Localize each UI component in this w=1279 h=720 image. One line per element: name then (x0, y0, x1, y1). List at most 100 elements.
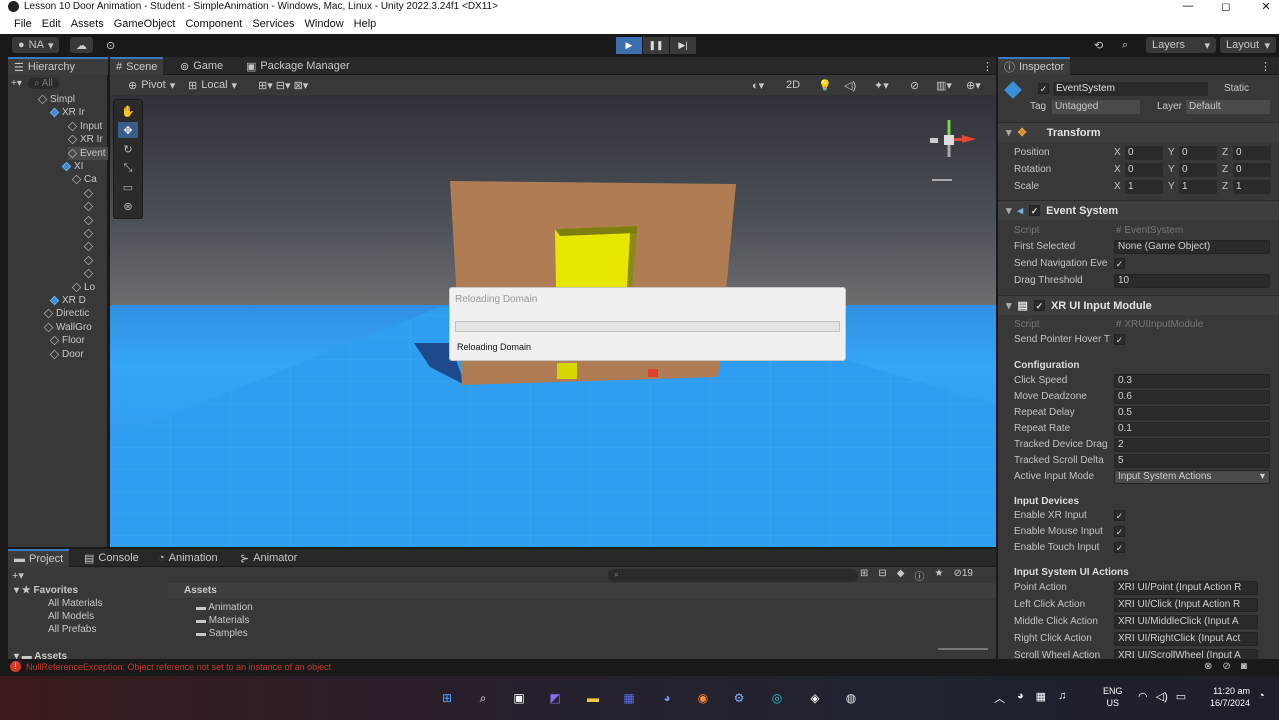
asset-folder[interactable]: ▬ Animation (196, 602, 253, 613)
first-selected-field[interactable]: None (Game Object) (1114, 240, 1270, 254)
chevron-up-icon[interactable]: ︿ (994, 690, 1005, 706)
config-field-value[interactable]: 0.1 (1114, 422, 1270, 436)
collab-button[interactable]: ⊙ (100, 37, 121, 53)
config-field-value[interactable]: 0.3 (1114, 374, 1270, 388)
scale-tool-icon[interactable]: ⤡ (118, 160, 138, 176)
menu-help[interactable]: Help (354, 18, 377, 30)
active-input-mode-dropdown[interactable]: Input System Actions ▾ (1114, 470, 1270, 484)
lighting-toggle[interactable]: 💡 (812, 77, 838, 93)
input-action-field[interactable]: XRI UI/Point (Input Action R (1114, 581, 1258, 595)
firefox-icon[interactable]: ◉ (692, 688, 714, 708)
status-error-text[interactable]: NullReferenceException: Object reference… (26, 662, 331, 672)
hierarchy-item[interactable] (83, 227, 96, 240)
progress-icon[interactable]: ⊘ (1222, 661, 1230, 672)
favorite-item[interactable]: All Prefabs (48, 624, 96, 635)
hierarchy-item[interactable]: Lo (71, 281, 95, 294)
local-dropdown[interactable]: ⊞ Local ▾ (182, 77, 244, 93)
rotation-y-field[interactable]: 0 (1179, 163, 1217, 177)
discord-tray-icon[interactable]: ◕ (1017, 690, 1024, 706)
camera-settings[interactable]: ▥▾ (930, 77, 958, 93)
language-indicator[interactable]: ENG US (1103, 685, 1123, 709)
hierarchy-item[interactable] (83, 200, 96, 213)
hierarchy-item[interactable]: Floor (49, 334, 85, 347)
tab-game[interactable]: ⊚ Game (174, 57, 229, 75)
obs-icon[interactable]: ◍ (840, 688, 862, 708)
hierarchy-item[interactable]: XR Ir (67, 133, 103, 146)
task-view-icon[interactable]: ▣ (508, 688, 530, 708)
send-navigation-checkbox[interactable]: ✓ (1114, 258, 1125, 269)
config-field-value[interactable]: 0.5 (1114, 406, 1270, 420)
favorite-item[interactable]: All Models (48, 611, 94, 622)
input-device-checkbox[interactable]: ✓ (1114, 510, 1125, 521)
add-icon[interactable]: +▾ (11, 78, 22, 89)
input-action-field[interactable]: XRI UI/MiddleClick (Input A (1114, 615, 1258, 629)
edge-icon[interactable]: ◎ (766, 688, 788, 708)
more-options-icon[interactable]: ⋮ (976, 57, 999, 75)
system-icons[interactable]: ◠ ◁) ▭ (1138, 690, 1186, 703)
tab-inspector[interactable]: ⓘ Inspector (998, 57, 1071, 75)
xr-module-enabled[interactable]: ✓ (1033, 300, 1045, 311)
favorites-header[interactable]: ▾ ★ Favorites (14, 585, 78, 596)
input-device-checkbox[interactable]: ✓ (1114, 526, 1125, 537)
tab-animation[interactable]: ◔ Animation (152, 549, 224, 567)
pivot-dropdown[interactable]: ⊕ Pivot ▾ (122, 77, 182, 93)
search-button[interactable]: ⌕ (1116, 37, 1134, 53)
menu-component[interactable]: Component (185, 18, 242, 30)
tag-dropdown[interactable]: Untagged (1052, 100, 1140, 114)
layout-dropdown[interactable]: Layout ▾ (1220, 37, 1276, 53)
tab-package-manager[interactable]: ▣ Package Manager (240, 57, 356, 75)
hidden-packages-icon[interactable]: ⊘19 (953, 568, 973, 583)
hierarchy-item[interactable] (83, 240, 96, 253)
hierarchy-item[interactable] (83, 267, 96, 280)
layers-dropdown[interactable]: Layers ▾ (1146, 37, 1216, 53)
menu-assets[interactable]: Assets (71, 18, 104, 30)
hierarchy-search-input[interactable]: ⌕ All (27, 78, 59, 89)
widgets-icon[interactable]: ◩ (544, 688, 566, 708)
input-device-checkbox[interactable]: ✓ (1114, 542, 1125, 553)
windows-start-icon[interactable]: ⊞ (436, 688, 458, 708)
config-field-value[interactable]: 0.6 (1114, 390, 1270, 404)
hierarchy-item[interactable]: XR Ir (49, 106, 85, 119)
hierarchy-item[interactable]: XI (61, 160, 83, 173)
play-button[interactable]: ▶ (616, 37, 642, 54)
debug-icon[interactable]: ⊗ (1204, 661, 1212, 672)
tab-animator[interactable]: ⊱ Animator (234, 549, 303, 567)
settings-gear-icon[interactable]: ⚙ (728, 688, 750, 708)
star-icon[interactable]: ★ (934, 568, 943, 583)
input-action-field[interactable]: XRI UI/Click (Input Action R (1114, 598, 1258, 612)
notification-bell-icon[interactable]: ◔ (1258, 690, 1265, 702)
tab-hierarchy[interactable]: ☰ Hierarchy (8, 57, 108, 75)
pause-button[interactable]: ❚❚ (643, 37, 669, 54)
position-y-field[interactable]: 0 (1179, 146, 1217, 160)
event-system-header[interactable]: ▾ ◂ ✓ Event System (998, 200, 1279, 220)
layer-dropdown[interactable]: Default (1186, 100, 1270, 114)
asset-folder[interactable]: ▬ Samples (196, 628, 248, 639)
input-action-field[interactable]: XRI UI/RightClick (Input Act (1114, 632, 1258, 646)
clock[interactable]: 11:20 am 16/7/2024 (1202, 685, 1250, 709)
step-button[interactable]: ▶| (670, 37, 696, 54)
notification-icon[interactable]: ◙ (1241, 661, 1247, 672)
teams-tray-icon[interactable]: ▦ (1036, 690, 1046, 706)
transform-header[interactable]: ▾ ✥ Transform (998, 122, 1279, 142)
send-pointer-hover-checkbox[interactable]: ✓ (1114, 334, 1125, 345)
hierarchy-item[interactable]: XR D (49, 294, 86, 307)
config-field-value[interactable]: 5 (1114, 454, 1270, 468)
assets-breadcrumb[interactable]: Assets (168, 583, 996, 598)
menu-edit[interactable]: Edit (42, 18, 61, 30)
project-search-input[interactable]: ⌕ (608, 569, 858, 582)
asset-folder[interactable]: ▬ Materials (196, 615, 249, 626)
tab-console[interactable]: ▤ Console (78, 549, 145, 567)
drag-threshold-field[interactable]: 10 (1114, 274, 1270, 288)
hand-tool-icon[interactable]: ✋ (118, 103, 138, 119)
scale-z-field[interactable]: 1 (1233, 180, 1271, 194)
mic-icon[interactable]: ♫ (1058, 690, 1066, 706)
rotate-tool-icon[interactable]: ↻ (118, 141, 138, 157)
active-checkbox[interactable]: ✓ (1038, 83, 1049, 94)
minimize-button[interactable]: — (1178, 0, 1198, 12)
hierarchy-item[interactable]: WallGro (43, 321, 92, 334)
file-explorer-icon[interactable]: ▬ (582, 688, 604, 708)
hierarchy-item[interactable] (83, 187, 96, 200)
add-asset-button[interactable]: +▾ (12, 569, 24, 582)
draw-mode-button[interactable]: ◐▾ (746, 77, 770, 93)
rotation-z-field[interactable]: 0 (1233, 163, 1271, 177)
